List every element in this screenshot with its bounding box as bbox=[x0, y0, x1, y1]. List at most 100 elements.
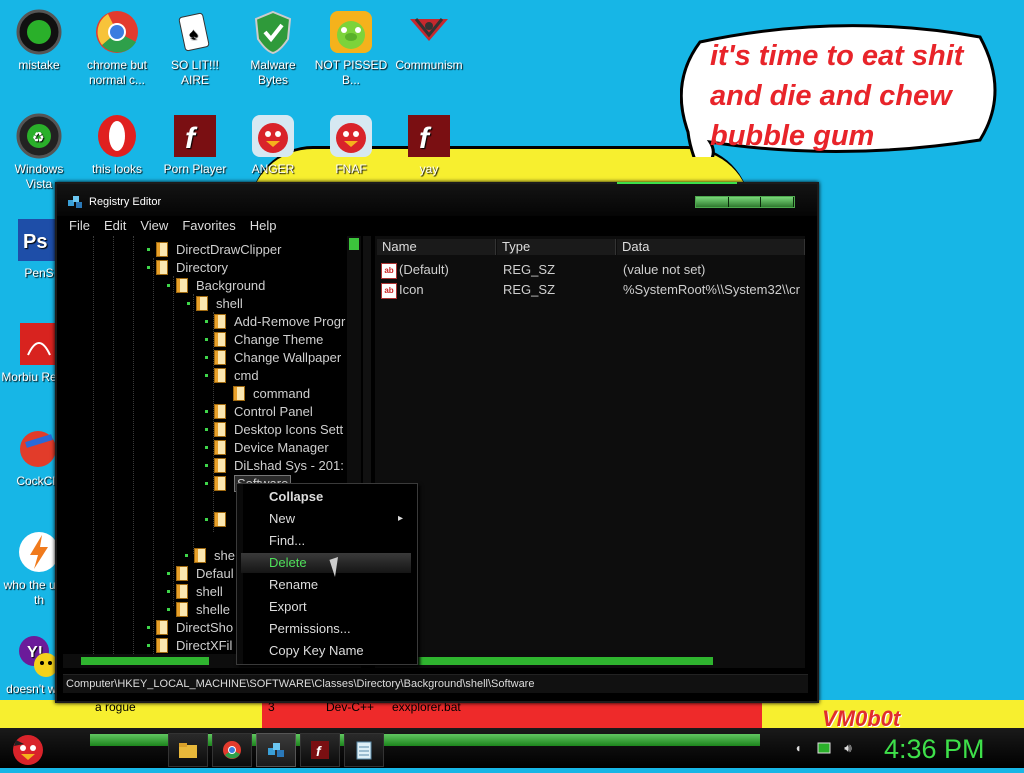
desktop-icon-communism[interactable]: Communism bbox=[390, 8, 468, 73]
menu-favorites[interactable]: Favorites bbox=[182, 216, 235, 236]
desktop-icon-malwarebytes[interactable]: Malware Bytes bbox=[234, 8, 312, 88]
menu-file[interactable]: File bbox=[69, 216, 90, 236]
tree-node[interactable]: shell bbox=[187, 294, 243, 312]
scroll-thumb[interactable] bbox=[393, 657, 713, 665]
registry-icon bbox=[68, 196, 82, 208]
menu-item-collapse[interactable]: Collapse bbox=[241, 487, 411, 507]
column-header-type[interactable]: Type bbox=[497, 239, 616, 255]
taskbar-explorer[interactable] bbox=[168, 733, 208, 767]
desktop-icon-label: mistake bbox=[18, 58, 60, 72]
tree-node[interactable]: DirectDrawClipper bbox=[147, 240, 281, 258]
menu-item-find[interactable]: Find... bbox=[241, 531, 411, 551]
value-name: Icon bbox=[399, 282, 424, 297]
svg-text:♠: ♠ bbox=[189, 26, 198, 43]
tree-node[interactable]: command bbox=[233, 384, 310, 402]
folder-icon bbox=[214, 313, 226, 329]
tree-node[interactable]: shelle bbox=[167, 600, 230, 618]
tree-node[interactable]: Add-Remove Progr bbox=[205, 312, 345, 330]
menu-help[interactable]: Help bbox=[250, 216, 277, 236]
tree-node[interactable]: DiLshad Sys - 201: bbox=[205, 456, 344, 474]
xbox-icon bbox=[15, 8, 63, 56]
tree-guide-line bbox=[113, 236, 114, 654]
menu-edit[interactable]: Edit bbox=[104, 216, 126, 236]
desktop-icon-flash-player[interactable]: f Porn Player bbox=[156, 112, 234, 177]
values-list[interactable]: Name Type Data ab (Default) REG_SZ (valu… bbox=[375, 236, 805, 654]
value-row[interactable]: ab (Default) REG_SZ (value not set) bbox=[381, 260, 801, 280]
close-button[interactable] bbox=[761, 197, 795, 207]
menu-item-rename[interactable]: Rename bbox=[241, 575, 411, 595]
battery-icon[interactable] bbox=[816, 740, 832, 756]
desktop-icon-not-pissed[interactable]: NOT PISSED B... bbox=[312, 8, 390, 88]
desktop-icon-mistake[interactable]: mistake bbox=[0, 8, 78, 73]
folder-icon bbox=[176, 277, 188, 293]
menu-item-export[interactable]: Export bbox=[241, 597, 411, 617]
scroll-thumb[interactable] bbox=[81, 657, 209, 665]
tree-node[interactable]: Control Panel bbox=[205, 402, 313, 420]
tree-node[interactable]: Directory bbox=[147, 258, 228, 276]
desktop-icon-yay[interactable]: f yay bbox=[390, 112, 468, 177]
scroll-thumb[interactable] bbox=[349, 238, 359, 250]
value-row[interactable]: ab Icon REG_SZ %SystemRoot%\\System32\\c… bbox=[381, 280, 801, 300]
registry-editor-window[interactable]: Registry Editor File Edit View Favorites… bbox=[55, 182, 819, 703]
folder-icon bbox=[156, 637, 168, 653]
svg-text:Ps: Ps bbox=[23, 231, 47, 253]
angry-bird-icon bbox=[249, 112, 297, 160]
title-bar[interactable]: Registry Editor bbox=[57, 184, 817, 216]
chrome-icon bbox=[93, 8, 141, 56]
tree-node[interactable]: shell bbox=[167, 582, 223, 600]
taskbar-flash[interactable]: f bbox=[300, 733, 340, 767]
column-header-data[interactable]: Data bbox=[617, 239, 805, 255]
desktop-icon-recycle-bin[interactable]: ♻ Windows Vista bbox=[0, 112, 78, 192]
menu-item-permissions[interactable]: Permissions... bbox=[241, 619, 411, 639]
tree-node[interactable]: she bbox=[185, 546, 235, 564]
menu-view[interactable]: View bbox=[140, 216, 168, 236]
taskbar-clock[interactable]: 4:36 PM bbox=[884, 734, 985, 765]
volume-icon[interactable]: 🔊︎ bbox=[840, 740, 856, 756]
solitaire-icon: ♠ bbox=[171, 8, 219, 56]
value-type: REG_SZ bbox=[503, 282, 556, 297]
desktop-icon-label: Communism bbox=[395, 58, 463, 72]
tree-guide-line bbox=[133, 236, 134, 654]
menu-item-new[interactable]: New ▸ bbox=[241, 509, 411, 529]
desktop-icon-solitaire[interactable]: ♠ SO LIT!!! AIRE bbox=[156, 8, 234, 88]
registry-icon bbox=[268, 743, 284, 757]
tree-node[interactable]: cmd bbox=[205, 366, 259, 384]
tree-node[interactable]: Change Wallpaper bbox=[205, 348, 341, 366]
tree-node[interactable]: Device Manager bbox=[205, 438, 329, 456]
tree-node[interactable]: DirectSho bbox=[147, 618, 233, 636]
tree-node[interactable]: Desktop Icons Sett bbox=[205, 420, 343, 438]
tree-node[interactable]: DirectXFil bbox=[147, 636, 232, 654]
column-header-name[interactable]: Name bbox=[377, 239, 496, 255]
tree-node[interactable] bbox=[205, 510, 234, 528]
desktop-icon-fnaf[interactable]: FNAF bbox=[312, 112, 390, 177]
speech-bubble-text: it's time to eat shit and die and chew b… bbox=[710, 40, 964, 152]
tree-node[interactable]: Background bbox=[167, 276, 265, 294]
tree-node[interactable]: Change Theme bbox=[205, 330, 323, 348]
network-icon[interactable]: ◖ bbox=[790, 740, 806, 756]
taskbar-registry-editor[interactable] bbox=[256, 733, 296, 767]
taskbar-chrome[interactable] bbox=[212, 733, 252, 767]
desktop-icon-label: NOT PISSED B... bbox=[314, 58, 388, 87]
tree-node[interactable]: Defaul bbox=[167, 564, 234, 582]
menu-item-copy-key-name[interactable]: Copy Key Name bbox=[241, 641, 411, 661]
taskbar-notepad[interactable] bbox=[344, 733, 384, 767]
folder-icon bbox=[176, 583, 188, 599]
desktop-icon-label: ANGER bbox=[251, 162, 295, 176]
start-button[interactable] bbox=[6, 728, 50, 768]
value-name: (Default) bbox=[399, 262, 449, 277]
maximize-button[interactable] bbox=[728, 197, 762, 207]
folder-icon bbox=[214, 367, 226, 383]
folder-icon bbox=[156, 259, 168, 275]
desktop-icon-anger[interactable]: ANGER bbox=[234, 112, 312, 177]
desktop-icon-chrome[interactable]: chrome but normal c... bbox=[78, 8, 156, 88]
folder-icon bbox=[176, 565, 188, 581]
desktop-icon-opera[interactable]: this looks bbox=[78, 112, 156, 177]
desktop-icon-label: SO LIT!!! AIRE bbox=[170, 58, 219, 87]
context-menu[interactable]: Collapse New ▸ Find... Delete Rename Expo… bbox=[236, 483, 418, 665]
folder-icon bbox=[214, 349, 226, 365]
tree-guide-line bbox=[193, 294, 194, 554]
minimize-button[interactable] bbox=[696, 197, 729, 207]
value-type: REG_SZ bbox=[503, 262, 556, 277]
menu-item-delete[interactable]: Delete bbox=[241, 553, 411, 573]
list-horizontal-scrollbar[interactable] bbox=[375, 654, 805, 668]
